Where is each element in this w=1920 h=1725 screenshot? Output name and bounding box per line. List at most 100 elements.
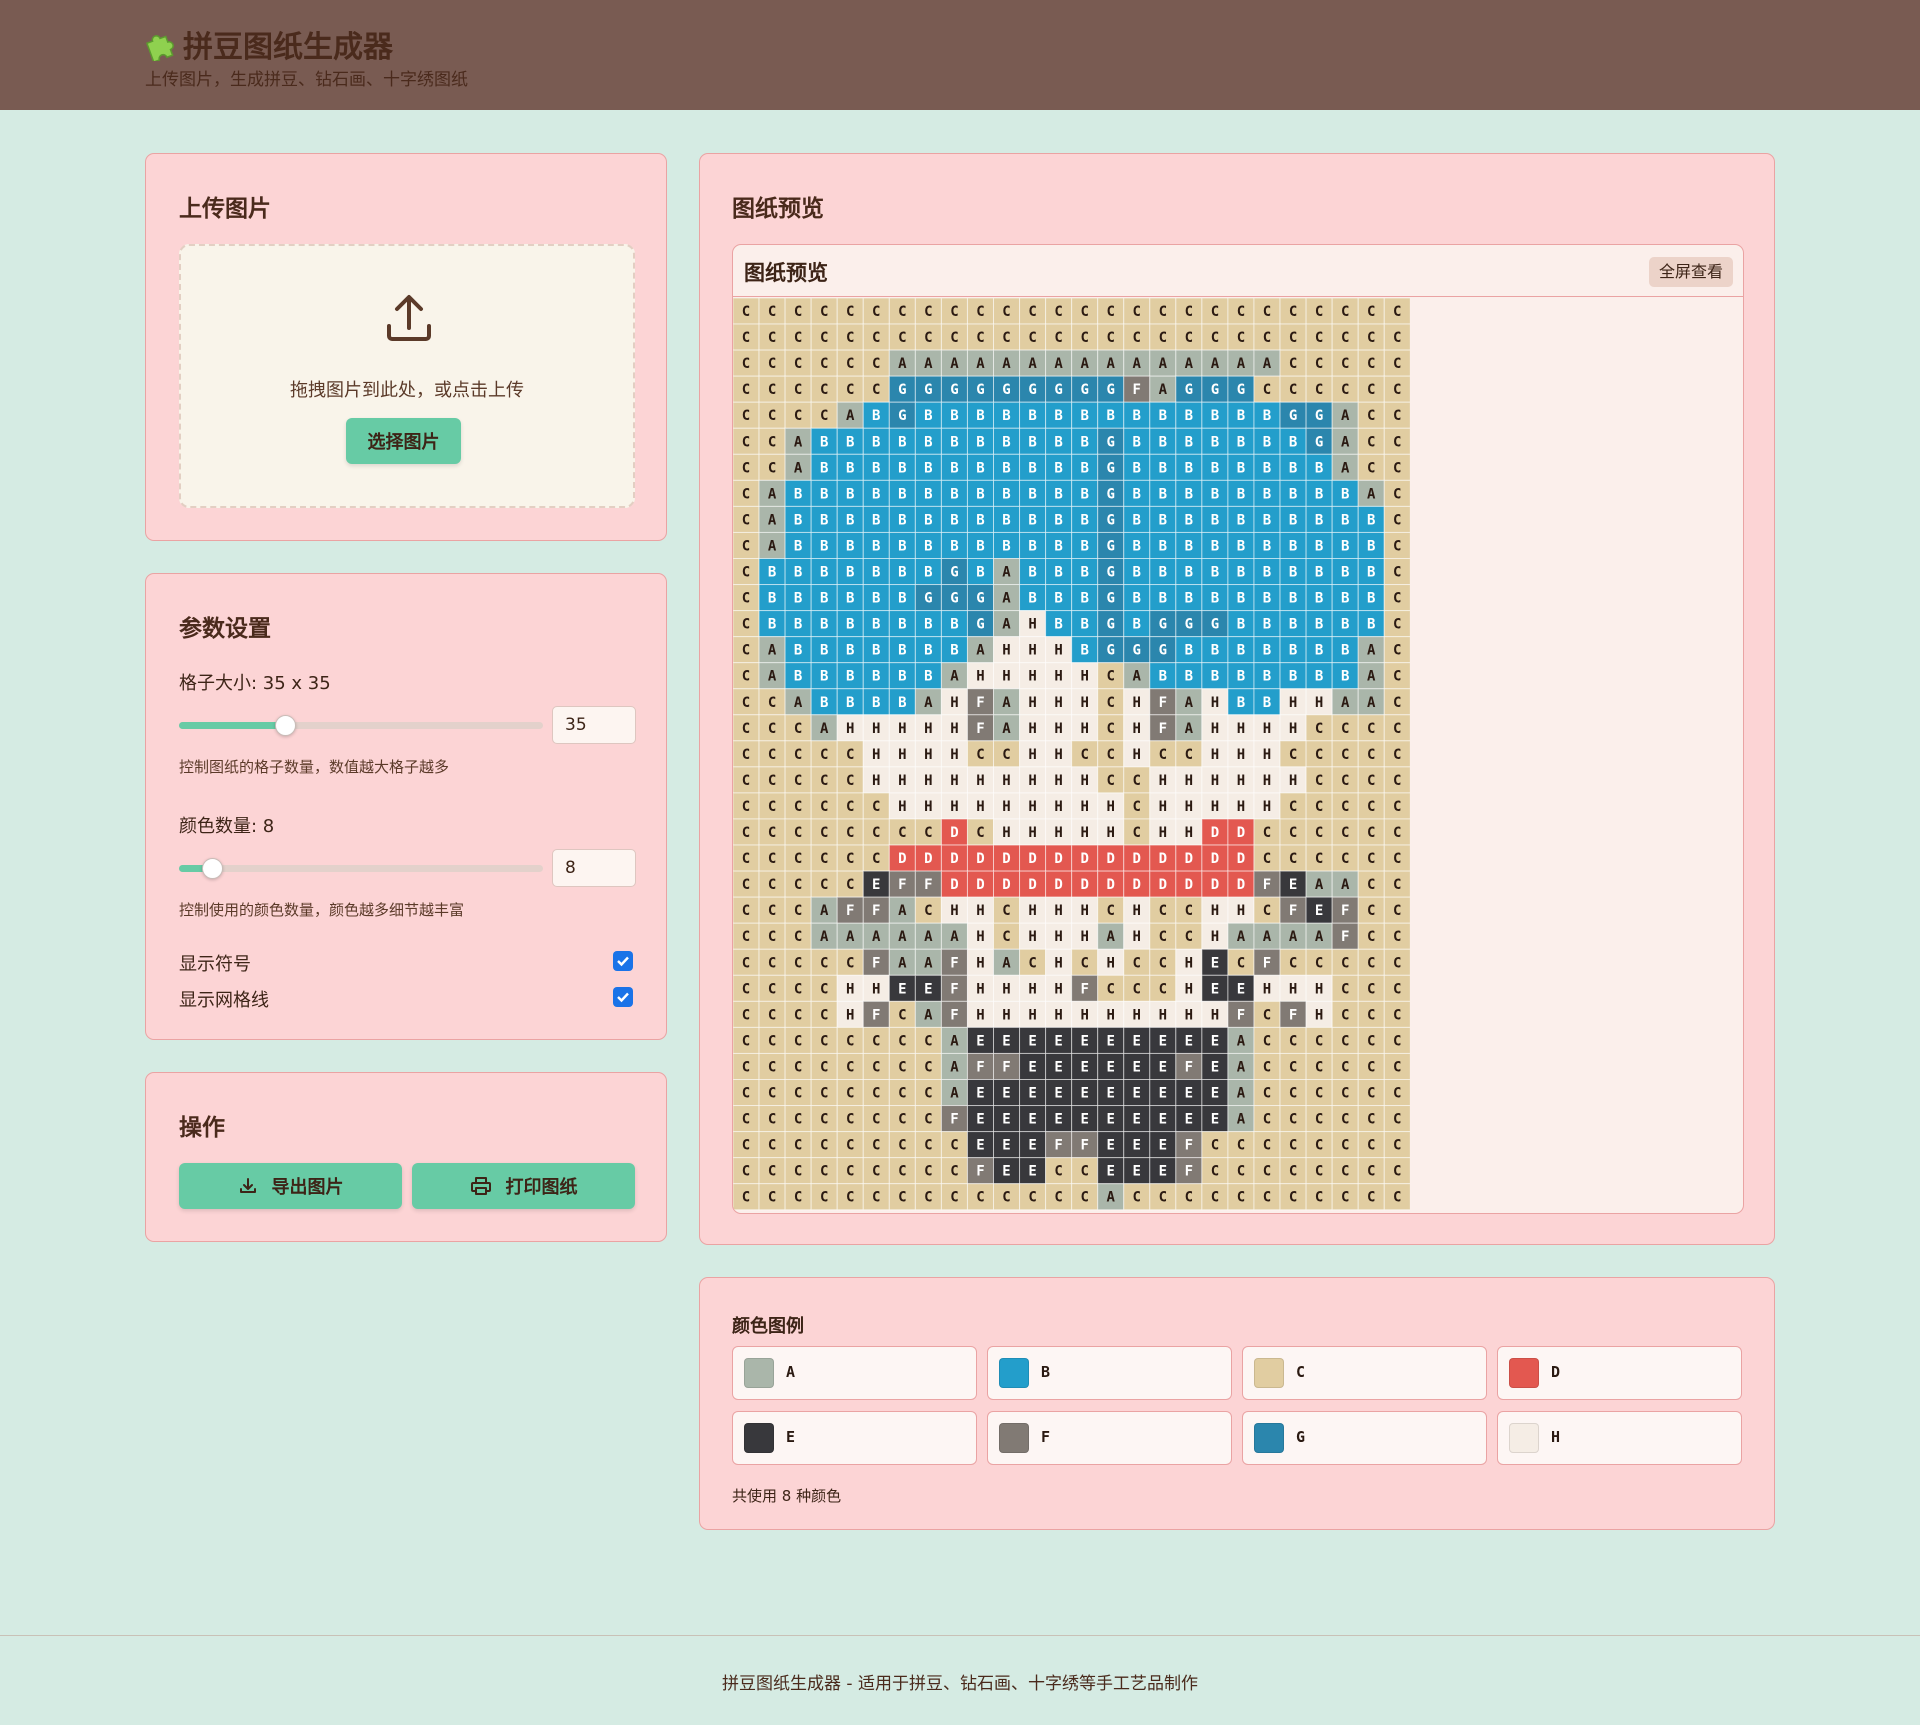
grid-cell-symbol: C [1315, 1086, 1323, 1102]
grid-cell-symbol: E [1159, 1033, 1167, 1049]
grid-cell-symbol: C [976, 304, 984, 320]
grid-cell-symbol: C [1341, 1033, 1349, 1049]
grid-cell-symbol: C [1367, 434, 1375, 450]
legend-code: G [1296, 1428, 1306, 1446]
grid-cell-symbol: C [1289, 1112, 1297, 1128]
color-count-slider[interactable] [179, 858, 543, 879]
grid-cell-symbol: B [1315, 643, 1323, 659]
grid-cell-symbol: H [1054, 1007, 1062, 1023]
grid-cell-symbol: B [1263, 669, 1271, 685]
grid-cell-symbol: B [1054, 617, 1062, 633]
grid-cell-symbol: B [1002, 460, 1010, 476]
app-subtitle: 上传图片，生成拼豆、钻石画、十字绣图纸 [145, 70, 468, 90]
grid-cell-symbol: H [924, 773, 932, 789]
grid-cell-symbol: D [1028, 877, 1036, 893]
grid-cell-symbol: C [820, 981, 828, 997]
color-count-input[interactable]: 8 [552, 849, 636, 887]
grid-cell-symbol: C [1393, 1086, 1401, 1102]
grid-cell-symbol: G [1080, 382, 1088, 398]
grid-cell-symbol: H [898, 747, 906, 763]
pattern-grid[interactable]: C C C C C C C C C C C C C C C C C C C C C C C C C C C C C C C C C C C C C C C C… [733, 298, 1410, 1212]
grid-cell-symbol: H [1237, 799, 1245, 815]
grid-cell-symbol: C [794, 1138, 802, 1154]
print-button[interactable]: 打印图纸 [412, 1163, 635, 1209]
grid-cell-symbol: H [1054, 825, 1062, 841]
grid-cell-symbol: D [1211, 851, 1219, 867]
grid-cell-symbol: B [1237, 617, 1245, 633]
grid-cell-symbol: A [794, 434, 803, 450]
grid-cell-symbol: C [768, 1033, 776, 1049]
grid-cell-symbol: D [950, 851, 958, 867]
grid-cell-symbol: H [976, 669, 984, 685]
grid-cell-symbol: C [1393, 538, 1401, 554]
grid-cell-symbol: B [1289, 591, 1297, 607]
grid-cell-symbol: C [846, 1033, 854, 1049]
color-count-slider-thumb[interactable] [201, 858, 223, 879]
legend-code: D [1551, 1363, 1561, 1381]
grid-cell-symbol: B [872, 643, 880, 659]
grid-cell-symbol: C [1237, 1190, 1245, 1206]
grid-cell-symbol: C [1107, 981, 1115, 997]
grid-cell-symbol: G [1107, 565, 1115, 581]
grid-cell-symbol: B [1289, 538, 1297, 554]
grid-cell-symbol: C [1393, 1007, 1401, 1023]
grid-cell-symbol: E [1211, 1059, 1219, 1075]
grid-cell-symbol: C [924, 1164, 932, 1180]
export-image-button[interactable]: 导出图片 [179, 1163, 402, 1209]
fullscreen-button[interactable]: 全屏查看 [1648, 257, 1733, 287]
grid-cell-symbol: C [872, 330, 880, 346]
grid-cell-symbol: C [1315, 356, 1323, 372]
grid-size-slider[interactable] [179, 715, 543, 736]
grid-cell-symbol: B [1263, 434, 1271, 450]
grid-cell-symbol: B [1211, 591, 1219, 607]
grid-cell-symbol: C [1263, 1007, 1271, 1023]
grid-cell-symbol: C [742, 591, 750, 607]
grid-cell-symbol: C [976, 330, 984, 346]
grid-cell-symbol: E [1211, 1086, 1219, 1102]
choose-image-button[interactable]: 选择图片 [346, 418, 461, 464]
grid-cell-symbol: D [1107, 877, 1115, 893]
show-symbols-checkbox[interactable] [613, 951, 633, 971]
grid-cell-symbol: B [872, 669, 880, 685]
grid-cell-symbol: C [820, 304, 828, 320]
printer-icon [470, 1177, 491, 1195]
grid-cell-symbol: G [1211, 617, 1219, 633]
grid-cell-symbol: A [820, 721, 829, 737]
show-grid-checkbox[interactable] [613, 987, 633, 1007]
legend-swatch [1509, 1423, 1539, 1453]
grid-cell-symbol: C [1028, 1190, 1036, 1206]
grid-cell-symbol: B [1028, 486, 1036, 502]
grid-cell-symbol: C [1289, 799, 1297, 815]
grid-cell-symbol: H [1133, 721, 1141, 737]
grid-cell-symbol: H [1159, 1007, 1167, 1023]
grid-cell-symbol: E [1107, 1033, 1115, 1049]
grid-cell-symbol: C [1263, 825, 1271, 841]
grid-cell-symbol: E [1002, 1112, 1010, 1128]
grid-cell-symbol: C [1367, 1138, 1375, 1154]
grid-cell-symbol: H [1185, 773, 1193, 789]
grid-cell-symbol: B [872, 695, 880, 711]
grid-cell-symbol: A [872, 929, 881, 945]
grid-cell-symbol: C [1002, 1190, 1010, 1206]
grid-cell-symbol: F [1054, 1138, 1062, 1154]
grid-cell-symbol: C [1289, 330, 1297, 346]
grid-cell-symbol: C [768, 356, 776, 372]
grid-cell-symbol: B [1289, 486, 1297, 502]
grid-cell-symbol: B [898, 565, 906, 581]
grid-size-slider-thumb[interactable] [274, 715, 296, 736]
grid-cell-symbol: C [742, 356, 750, 372]
grid-cell-symbol: C [1080, 304, 1088, 320]
grid-cell-symbol: F [950, 1007, 958, 1023]
grid-cell-symbol: H [1054, 695, 1062, 711]
grid-size-input[interactable]: 35 [552, 706, 636, 744]
grid-cell-symbol: E [1211, 981, 1219, 997]
upload-dropzone[interactable]: 拖拽图片到此处，或点击上传 选择图片 [179, 244, 635, 508]
grid-cell-symbol: G [1185, 382, 1193, 398]
grid-cell-symbol: B [846, 434, 854, 450]
grid-cell-symbol: E [898, 981, 906, 997]
grid-cell-symbol: G [950, 565, 958, 581]
grid-cell-symbol: H [872, 747, 880, 763]
grid-cell-symbol: C [794, 330, 802, 346]
grid-cell-symbol: H [976, 981, 984, 997]
grid-cell-symbol: C [898, 1164, 906, 1180]
